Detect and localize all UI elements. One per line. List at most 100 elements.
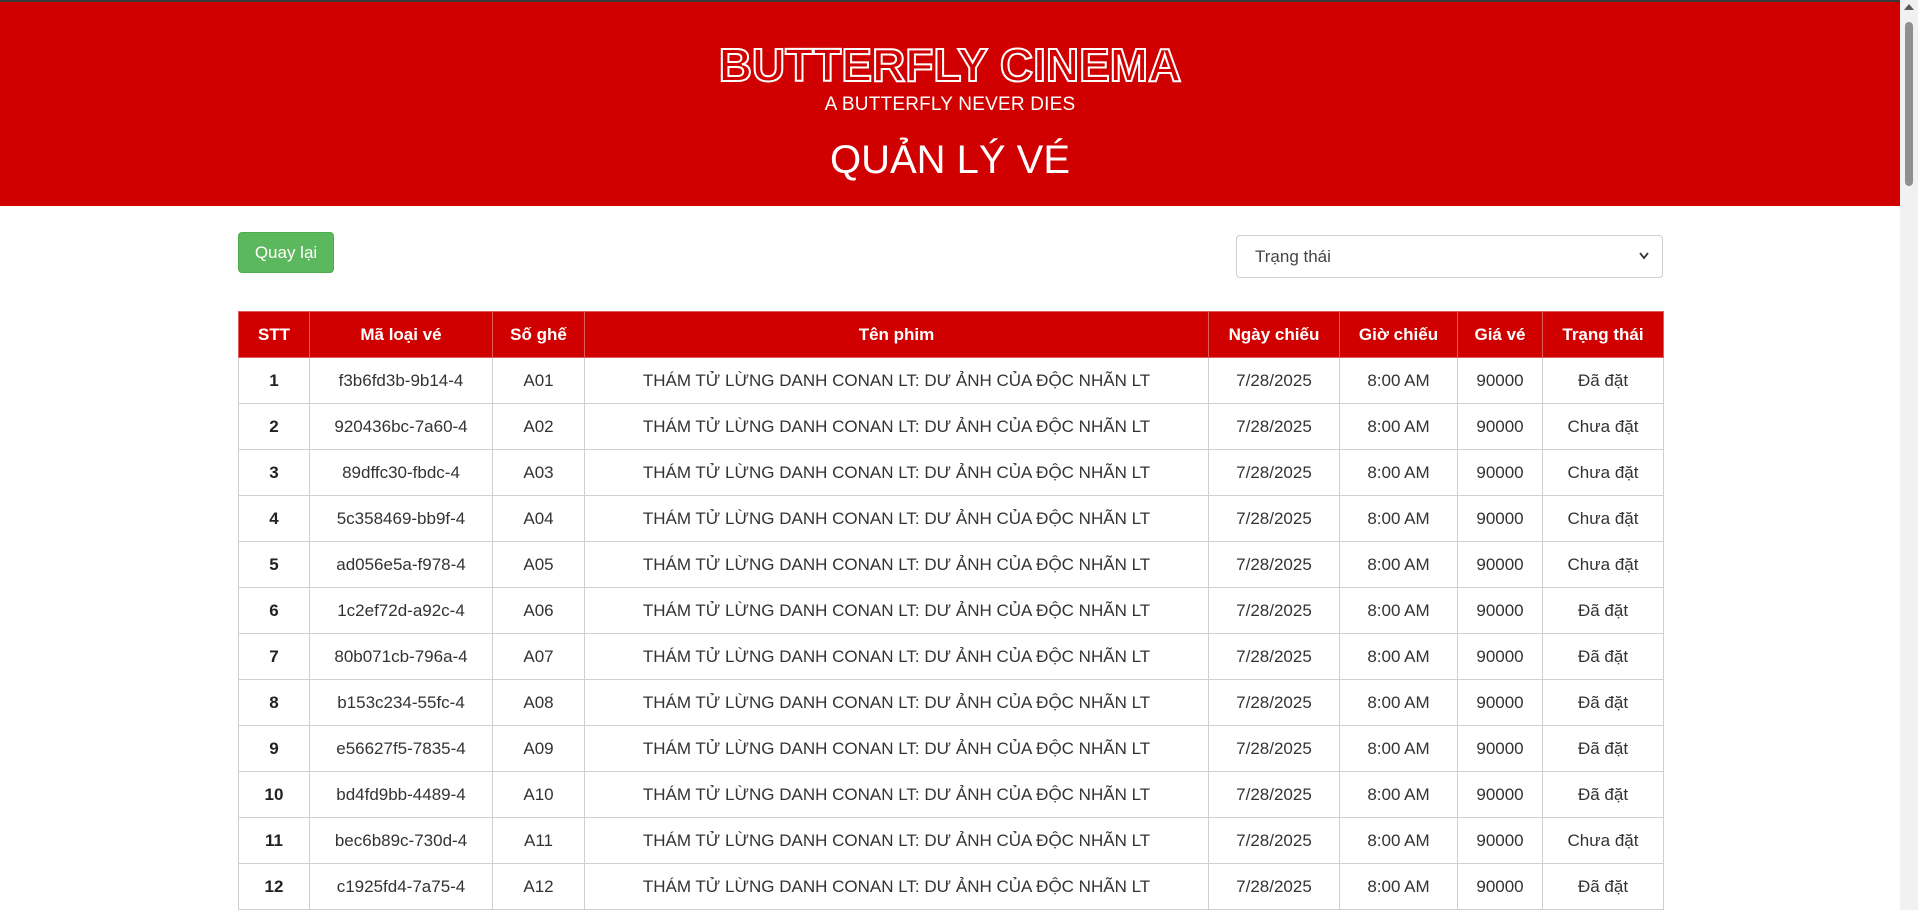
cell-price: 90000 [1457,679,1543,726]
scrollbar-thumb[interactable] [1905,22,1913,186]
cell-show-date: 7/28/2025 [1208,771,1340,818]
cell-status: Đã đặt [1542,633,1664,680]
cell-status: Đã đặt [1542,679,1664,726]
cell-show-date: 7/28/2025 [1208,633,1340,680]
cell-price: 90000 [1457,817,1543,864]
cell-price: 90000 [1457,633,1543,680]
cell-movie-name: THÁM TỬ LỪNG DANH CONAN LT: DƯ ẢNH CỦA Đ… [584,541,1209,588]
cell-seat: A12 [492,863,585,910]
cell-movie-name: THÁM TỬ LỪNG DANH CONAN LT: DƯ ẢNH CỦA Đ… [584,449,1209,496]
cell-ticket-code: 89dffc30-fbdc-4 [309,449,493,496]
cell-status: Chưa đặt [1542,541,1664,588]
cell-status: Đã đặt [1542,725,1664,772]
status-filter-select[interactable]: Trạng thái [1236,235,1663,278]
header-movie-name: Tên phim [584,311,1209,358]
table-row: 1 f3b6fd3b-9b14-4 A01 THÁM TỬ LỪNG DANH CON… [238,357,1664,404]
cell-status: Chưa đặt [1542,495,1664,542]
cell-seat: A07 [492,633,585,680]
cell-movie-name: THÁM TỬ LỪNG DANH CONAN LT: DƯ ẢNH CỦA Đ… [584,587,1209,634]
table-row: 7 80b071cb-796a-4 A07 THÁM TỬ LỪNG DANH CON… [238,633,1664,680]
cell-seat: A09 [492,725,585,772]
cell-movie-name: THÁM TỬ LỪNG DANH CONAN LT: DƯ ẢNH CỦA Đ… [584,817,1209,864]
chevron-down-icon [1638,236,1650,294]
cell-show-time: 8:00 AM [1339,449,1458,496]
cell-ticket-code: ad056e5a-f978-4 [309,541,493,588]
header-ticket-code: Mã loại vé [309,311,493,358]
cell-show-date: 7/28/2025 [1208,449,1340,496]
cell-ticket-code: 80b071cb-796a-4 [309,633,493,680]
cell-show-date: 7/28/2025 [1208,495,1340,542]
tickets-table: STT Mã loại vé Số ghế Tên phim Ngày chiếu Giờ… [238,311,1664,910]
table-row: 2 920436bc-7a60-4 A02 THÁM TỬ LỪNG DANH CON… [238,403,1664,450]
cell-seat: A04 [492,495,585,542]
cell-ticket-code: 920436bc-7a60-4 [309,403,493,450]
cell-movie-name: THÁM TỬ LỪNG DANH CONAN LT: DƯ ẢNH CỦA Đ… [584,633,1209,680]
cell-show-time: 8:00 AM [1339,771,1458,818]
table-row: 6 1c2ef72d-a92c-4 A06 THÁM TỬ LỪNG DANH CON… [238,587,1664,634]
cell-price: 90000 [1457,357,1543,404]
header-price: Giá vé [1457,311,1543,358]
cell-price: 90000 [1457,541,1543,588]
header-stt: STT [238,311,310,358]
table-row: 9 e56627f5-7835-4 A09 THÁM TỬ LỪNG DANH CON… [238,725,1664,772]
cell-stt: 10 [238,771,310,818]
cell-ticket-code: e56627f5-7835-4 [309,725,493,772]
cell-stt: 11 [238,817,310,864]
brand-tagline: A BUTTERFLY NEVER DIES [824,94,1076,115]
cell-show-date: 7/28/2025 [1208,403,1340,450]
cell-status: Chưa đặt [1542,403,1664,450]
table-row: 10 bd4fd9bb-4489-4 A10 THÁM TỬ LỪNG DANH CO… [238,771,1664,818]
cell-stt: 1 [238,357,310,404]
cell-ticket-code: f3b6fd3b-9b14-4 [309,357,493,404]
table-row: 11 bec6b89c-730d-4 A11 THÁM TỬ LỪNG DANH CO… [238,817,1664,864]
status-filter-value: Trạng thái [1255,247,1331,266]
cell-seat: A05 [492,541,585,588]
cell-movie-name: THÁM TỬ LỪNG DANH CONAN LT: DƯ ẢNH CỦA Đ… [584,725,1209,772]
cell-show-date: 7/28/2025 [1208,863,1340,910]
cell-show-time: 8:00 AM [1339,495,1458,542]
cell-show-date: 7/28/2025 [1208,679,1340,726]
cell-status: Đã đặt [1542,587,1664,634]
cell-show-date: 7/28/2025 [1208,541,1340,588]
header-status: Trạng thái [1542,311,1664,358]
cell-movie-name: THÁM TỬ LỪNG DANH CONAN LT: DƯ ẢNH CỦA Đ… [584,863,1209,910]
header-seat: Số ghế [492,311,585,358]
cell-show-date: 7/28/2025 [1208,357,1340,404]
cell-seat: A08 [492,679,585,726]
cell-status: Đã đặt [1542,863,1664,910]
cell-ticket-code: bd4fd9bb-4489-4 [309,771,493,818]
table-header-row: STT Mã loại vé Số ghế Tên phim Ngày chiếu Giờ… [238,311,1664,358]
cell-movie-name: THÁM TỬ LỪNG DANH CONAN LT: DƯ ẢNH CỦA Đ… [584,771,1209,818]
cell-status: Chưa đặt [1542,449,1664,496]
cell-price: 90000 [1457,495,1543,542]
table-row: 3 89dffc30-fbdc-4 A03 THÁM TỬ LỪNG DANH CON… [238,449,1664,496]
cell-seat: A01 [492,357,585,404]
cell-price: 90000 [1457,587,1543,634]
cell-show-date: 7/28/2025 [1208,587,1340,634]
table-row: 5 ad056e5a-f978-4 A05 THÁM TỬ LỪNG DANH CON… [238,541,1664,588]
cell-seat: A06 [492,587,585,634]
cell-show-time: 8:00 AM [1339,541,1458,588]
header-show-date: Ngày chiếu [1208,311,1340,358]
cell-ticket-code: bec6b89c-730d-4 [309,817,493,864]
scroll-up-arrow-icon[interactable] [1904,4,1914,10]
cell-price: 90000 [1457,403,1543,450]
table-row: 8 b153c234-55fc-4 A08 THÁM TỬ LỪNG DANH CON… [238,679,1664,726]
cell-price: 90000 [1457,863,1543,910]
cell-price: 90000 [1457,725,1543,772]
cell-show-time: 8:00 AM [1339,725,1458,772]
cell-price: 90000 [1457,771,1543,818]
cell-ticket-code: 5c358469-bb9f-4 [309,495,493,542]
cell-show-time: 8:00 AM [1339,817,1458,864]
header-show-time: Giờ chiếu [1339,311,1458,358]
brand-logo[interactable]: BUTTERFLY CINEMA [0,38,1900,92]
cell-show-time: 8:00 AM [1339,357,1458,404]
cell-seat: A03 [492,449,585,496]
cell-movie-name: THÁM TỬ LỪNG DANH CONAN LT: DƯ ẢNH CỦA Đ… [584,403,1209,450]
table-body: 1 f3b6fd3b-9b14-4 A01 THÁM TỬ LỪNG DANH CON… [238,357,1664,910]
cell-show-time: 8:00 AM [1339,403,1458,450]
cell-show-time: 8:00 AM [1339,633,1458,680]
back-button[interactable]: Quay lại [238,232,334,273]
cell-ticket-code: 1c2ef72d-a92c-4 [309,587,493,634]
cell-show-time: 8:00 AM [1339,587,1458,634]
